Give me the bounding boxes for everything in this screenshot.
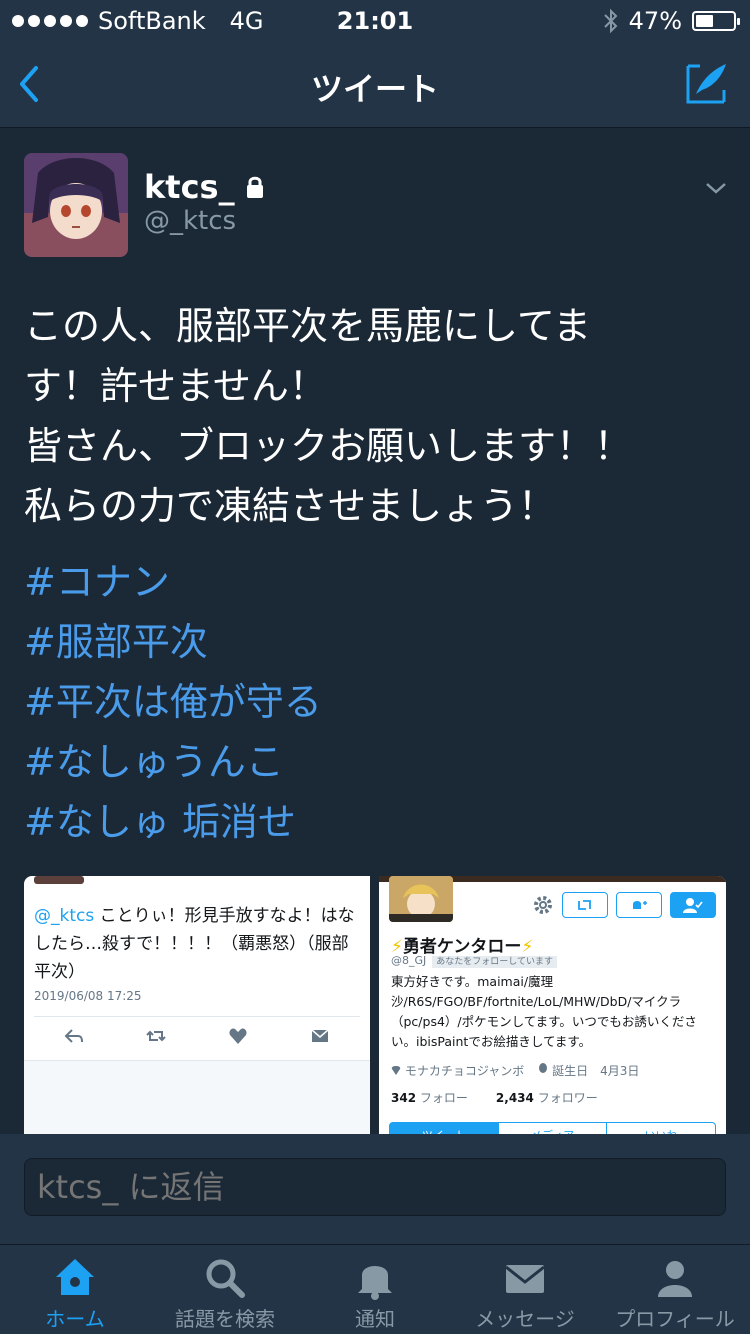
profile-buttons <box>532 892 716 918</box>
page-title: ツイート <box>310 70 439 108</box>
user-handle: @_ktcs <box>144 206 237 236</box>
status-right: 47% <box>603 7 740 35</box>
followers-label: フォロワー <box>537 1091 598 1105</box>
search-icon <box>206 1259 245 1298</box>
tweet-text-line: 皆さん、ブロックお願いします！！ <box>24 424 633 468</box>
following-stat: 342 フォロー <box>391 1089 468 1106</box>
profile-avatar-image <box>389 876 453 922</box>
tab-profile[interactable]: プロフィール <box>600 1245 750 1334</box>
person-icon <box>658 1261 692 1297</box>
tab-label: 話題を検索 <box>175 1307 275 1331</box>
following-label: フォロー <box>419 1091 468 1105</box>
balloon-icon <box>539 1063 548 1073</box>
tweet-text-line: この人、服部平次を馬鹿にしてま <box>24 304 591 348</box>
reply-input[interactable] <box>24 1158 726 1216</box>
notify-button <box>616 892 662 918</box>
location-row: モナカチョコジャンボ <box>391 1062 524 1079</box>
hashtag-list: #コナン #服部平次 #平次は俺が守る #なしゅうんこ #なしゅ 垢消せ <box>24 552 322 852</box>
tab-messages[interactable]: メッセージ <box>450 1245 600 1334</box>
profile-bio: 東方好きです。maimai/魔理沙/R6S/FGO/BF/fortnite/Lo… <box>391 974 697 1049</box>
compose-tweet-icon[interactable] <box>684 60 730 106</box>
profile-meta: モナカチョコジャンボ 誕生日 4月3日 <box>391 1062 639 1079</box>
battery-percent: 47% <box>628 7 682 35</box>
reply-bar <box>0 1134 750 1244</box>
quoted-mention: @_ktcs <box>34 906 95 926</box>
retweet-icon <box>146 1030 166 1042</box>
bell-plus-icon <box>633 901 647 909</box>
small-avatar-image <box>34 876 84 884</box>
following-button <box>670 892 716 918</box>
tab-label: メッセージ <box>475 1307 575 1331</box>
reply-icon <box>64 1029 83 1043</box>
media-image-left[interactable]: @_ktcs ことりぃ！形見手放すなよ！はなしたら…殺すで！！！！（覇悪怒）（服… <box>24 876 370 1146</box>
tab-search[interactable]: 話題を検索 <box>150 1245 300 1334</box>
quoted-reply-text: @_ktcs ことりぃ！形見手放すなよ！はなしたら…殺すで！！！！（覇悪怒）（服… <box>34 902 364 986</box>
person-check-icon <box>683 898 703 913</box>
profile-stats: 342 フォロー 2,434 フォロワー <box>391 1089 598 1106</box>
gear-icon <box>534 896 552 914</box>
hashtag-link[interactable]: #平次は俺が守る <box>24 672 322 732</box>
hashtag-link[interactable]: #なしゅ 垢消せ <box>24 792 322 852</box>
bell-icon <box>358 1266 392 1300</box>
bluetooth-icon <box>603 8 618 34</box>
profile-handle: @8_GJ あなたをフォローしています <box>391 954 558 968</box>
home-icon <box>56 1259 94 1295</box>
tweet-text: この人、服部平次を馬鹿にしてま す！許せません！ 皆さん、ブロックお願いします！… <box>24 296 724 536</box>
chevron-down-icon[interactable] <box>704 176 728 200</box>
tab-home[interactable]: ホーム <box>0 1245 150 1334</box>
heart-icon <box>229 1028 247 1044</box>
birthday-row: 誕生日 4月3日 <box>538 1062 639 1079</box>
hashtag-link[interactable]: #コナン <box>24 552 322 612</box>
tab-bar: ホーム 話題を検索 通知 メッセージ プロフィール <box>0 1244 750 1334</box>
display-name[interactable]: ktcs_ <box>144 168 265 206</box>
status-bar: SoftBank 4G 21:01 47% <box>0 0 750 40</box>
profile-location: モナカチョコジャンボ <box>404 1064 525 1078</box>
divider <box>34 1016 360 1017</box>
tweet-text-line: 私らの力で凍結させましょう！ <box>24 484 557 528</box>
retweet-button <box>562 892 608 918</box>
follows-you-badge: あなたをフォローしています <box>432 956 558 968</box>
tab-label: プロフィール <box>615 1307 735 1331</box>
following-count: 342 <box>391 1091 417 1105</box>
profile-avatar <box>389 876 453 922</box>
battery-icon <box>692 11 740 31</box>
tab-notifications[interactable]: 通知 <box>300 1245 450 1334</box>
tab-label: ホーム <box>45 1307 105 1331</box>
tab-label: 通知 <box>355 1307 395 1331</box>
avatar[interactable] <box>24 153 128 257</box>
avatar-image <box>24 153 128 257</box>
followers-stat: 2,434 フォロワー <box>496 1089 598 1106</box>
envelope-icon <box>505 1265 545 1293</box>
profile-birthday: 誕生日 4月3日 <box>552 1064 640 1078</box>
quoted-date: 2019/06/08 17:25 <box>34 989 142 1003</box>
hashtag-link[interactable]: #服部平次 <box>24 612 322 672</box>
quoted-actions <box>64 1026 330 1046</box>
location-pin-icon <box>391 1066 401 1075</box>
lock-icon <box>246 176 263 198</box>
message-icon <box>311 1029 329 1042</box>
profile-handle-text: @8_GJ <box>391 954 427 967</box>
nav-bar: ツイート <box>0 40 750 128</box>
battery-fill <box>696 15 713 27</box>
tweet-text-line: す！許せません！ <box>24 364 327 408</box>
display-name-text: ktcs_ <box>144 168 235 206</box>
media-image-right[interactable]: ⚡勇者ケンタロー⚡ @8_GJ あなたをフォローしています 東方好きです。maim… <box>379 876 726 1146</box>
hashtag-link[interactable]: #なしゅうんこ <box>24 732 322 792</box>
retweet-icon <box>578 900 591 910</box>
followers-count: 2,434 <box>495 1091 534 1105</box>
